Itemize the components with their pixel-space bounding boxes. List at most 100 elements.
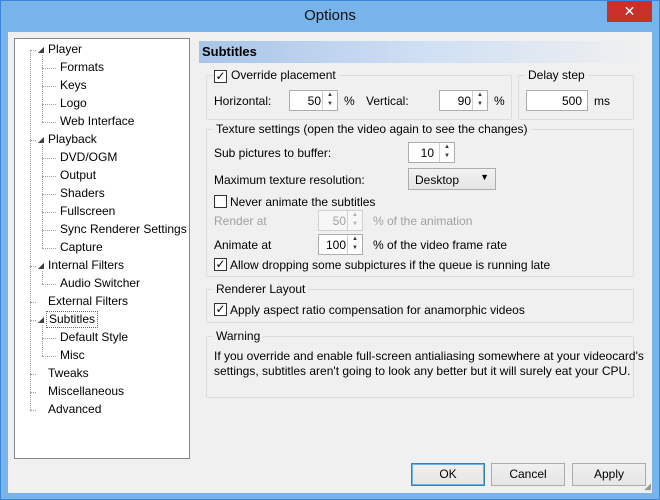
render-at-label: Render at [214,214,267,228]
tree-item-label: Misc [60,348,85,362]
expand-arrow-icon[interactable]: ◢ [36,311,46,328]
tree-item[interactable]: Advanced [15,401,189,418]
ok-button[interactable]: OK [411,463,485,486]
delay-step-input[interactable]: 500 [526,90,588,111]
tree-connector [30,50,31,410]
warning-label: Warning [213,329,264,343]
page-header: Subtitles [199,41,645,63]
buffer-label: Sub pictures to buffer: [214,146,332,160]
max-texture-resolution-label: Maximum texture resolution: [214,173,365,187]
page-title: Subtitles [202,44,257,59]
vertical-label: Vertical: [366,94,409,108]
vertical-spinner[interactable]: 90 ▲ ▼ [439,90,488,111]
texture-settings-group: Texture settings (open the video again t… [206,122,634,277]
tree-connector [30,410,36,411]
spin-up-icon[interactable]: ▲ [323,91,337,100]
override-placement-checkbox[interactable]: ✓ [214,70,227,83]
tree-item-label: Web Interface [60,114,135,128]
render-at-unit: % of the animation [373,214,473,228]
delay-step-label: Delay step [525,68,588,82]
window-title: Options [304,7,356,24]
animate-at-unit: % of the video frame rate [373,238,508,252]
tree-item-label: Miscellaneous [48,384,125,398]
chevron-down-icon: ▼ [480,172,489,182]
buffer-value: 10 [420,146,434,160]
tree-item-label: Subtitles [46,311,99,328]
tree-connector [42,122,56,123]
tree-item-label: Sync Renderer Settings [60,222,187,236]
tree-item-label: Audio Switcher [60,276,141,290]
spin-down-icon[interactable]: ▼ [348,244,362,253]
buffer-spinner[interactable]: 10 ▲ ▼ [408,142,455,163]
tree-connector [42,356,56,357]
tree-connector [42,86,56,87]
tree-connector [42,194,56,195]
tree-item-label: Playback [48,132,97,146]
expand-arrow-icon[interactable]: ◢ [36,41,46,58]
tree-connector [42,271,43,284]
cancel-button[interactable]: Cancel [491,463,565,486]
animate-at-value: 100 [325,238,346,252]
dialog-client: ◢ Player Formats Keys Logo Web Interface ◢ Play… [8,32,652,493]
spin-up-icon[interactable]: ▲ [348,235,362,244]
expand-arrow-icon[interactable]: ◢ [36,131,46,148]
max-texture-resolution-select[interactable]: Desktop ▼ [408,168,496,190]
override-placement-label: Override placement [228,68,339,82]
options-window: Options ✕ ◢ Player Formats Keys Logo Web Inte… [0,0,660,500]
warning-text-line-1: If you override and enable full-screen a… [214,349,644,363]
vertical-value: 90 [457,94,471,108]
tree-item-label: Advanced [48,402,102,416]
tree-connector [42,176,56,177]
tree-connector [42,338,56,339]
tree-item-label: Keys [60,78,87,92]
horizontal-label: Horizontal: [214,94,272,108]
apply-button[interactable]: Apply [572,463,646,486]
tree-item[interactable]: Miscellaneous [15,383,189,400]
never-animate-checkbox[interactable] [214,195,227,208]
spin-up-icon[interactable]: ▲ [440,143,454,152]
render-at-value: 50 [332,214,346,228]
tree-connector [42,68,56,69]
delay-step-value: 500 [561,94,582,108]
spin-down-icon[interactable]: ▼ [473,100,487,109]
tree-connector [42,145,43,248]
close-button[interactable]: ✕ [607,1,652,22]
options-tree[interactable]: ◢ Player Formats Keys Logo Web Interface ◢ Play… [14,38,190,459]
check-icon: ✓ [215,257,226,271]
spin-down-icon[interactable]: ▼ [440,152,454,161]
tree-item-label: Tweaks [48,366,89,380]
title-bar[interactable]: Options ✕ [1,1,659,32]
spin-up-icon[interactable]: ▲ [348,211,362,220]
horizontal-value: 50 [307,94,321,108]
spin-down-icon[interactable]: ▼ [348,220,362,229]
tree-item-label: Default Style [60,330,129,344]
placement-group: ✓ Override placement Horizontal: 50 ▲ ▼ … [206,68,512,120]
render-at-spinner[interactable]: 50 ▲ ▼ [318,210,363,231]
tree-item-label: Formats [60,60,105,74]
spin-up-icon[interactable]: ▲ [473,91,487,100]
delay-step-group: Delay step 500 ms [518,68,634,120]
horizontal-unit: % [344,94,355,108]
vertical-unit: % [494,94,505,108]
close-icon: ✕ [623,3,636,19]
allow-dropping-label: Allow dropping some subpictures if the q… [230,258,551,272]
tree-connector [42,248,56,249]
tree-connector [42,104,56,105]
animate-at-label: Animate at [214,238,272,252]
expand-arrow-icon[interactable]: ◢ [36,257,46,274]
spin-down-icon[interactable]: ▼ [323,100,337,109]
tree-item[interactable]: External Filters [15,293,189,310]
delay-step-unit: ms [594,94,610,108]
renderer-layout-label: Renderer Layout [213,282,309,296]
aspect-ratio-checkbox[interactable]: ✓ [214,303,227,316]
tree-connector [42,212,56,213]
tree-item-label: Capture [60,240,103,254]
horizontal-spinner[interactable]: 50 ▲ ▼ [289,90,338,111]
resize-grip-icon[interactable]: ◢ [644,481,651,492]
tree-item-label: Logo [60,96,87,110]
warning-group: Warning If you override and enable full-… [206,329,644,398]
tree-item-label: Output [60,168,97,182]
tree-item[interactable]: Tweaks [15,365,189,382]
allow-dropping-checkbox[interactable]: ✓ [214,258,227,271]
animate-at-spinner[interactable]: 100 ▲ ▼ [318,234,363,255]
